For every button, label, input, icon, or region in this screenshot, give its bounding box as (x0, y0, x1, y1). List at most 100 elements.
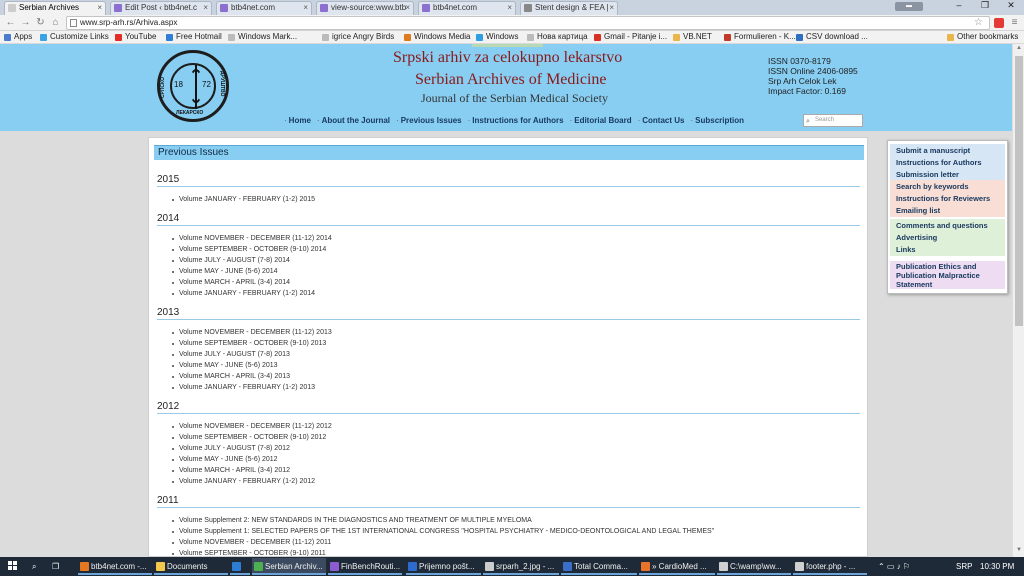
taskbar-app-button[interactable]: C:\wamp\ww... (717, 558, 791, 575)
sidebar-link[interactable]: Publication Malpractice (896, 271, 1005, 280)
input-language[interactable]: SRP (956, 558, 972, 575)
scrollbar-thumb[interactable] (1015, 56, 1023, 326)
issue-link[interactable]: Volume NOVEMBER - DECEMBER (11-12) 2013 (172, 329, 332, 336)
nav-link[interactable]: Contact Us (642, 116, 684, 125)
close-tab-icon[interactable]: × (507, 3, 512, 12)
close-tab-icon[interactable]: × (609, 3, 614, 12)
issue-link[interactable]: Volume JANUARY - FEBRUARY (1-2) 2012 (171, 478, 315, 485)
issue-link[interactable]: Volume SEPTEMBER - OCTOBER (9-10) 2012 (171, 434, 326, 441)
home-icon[interactable]: ⌂ (50, 17, 61, 28)
bookmark-item[interactable]: Formulieren - K... (724, 32, 796, 43)
taskbar-app-button[interactable] (230, 558, 250, 575)
issue-link[interactable]: Volume JANUARY - FEBRUARY (1-2) 2014 (171, 290, 315, 297)
issue-link[interactable]: Volume MAY - JUNE (5-6) 2012 (172, 456, 278, 463)
bookmark-item[interactable]: Apps (4, 32, 32, 43)
taskbar-app-button[interactable]: FinBenchRouti... (328, 558, 402, 575)
issue-link[interactable]: Volume JANUARY - FEBRUARY (1-2) 2013 (171, 384, 315, 391)
bookmark-item[interactable]: Windows Media (404, 32, 470, 43)
taskbar-app-button[interactable]: Serbian Archiv... (252, 558, 326, 575)
sidebar-link[interactable]: Statement (896, 280, 1005, 289)
nav-link[interactable]: Instructions for Authors (472, 116, 563, 125)
bookmark-item[interactable]: Free Hotmail (166, 32, 222, 43)
issue-link[interactable]: Volume JULY - AUGUST (7-8) 2014 (172, 257, 290, 264)
bookmark-item[interactable]: VB.NET (673, 32, 712, 43)
close-tab-icon[interactable]: × (303, 3, 308, 12)
issue-link[interactable]: Volume SEPTEMBER - OCTOBER (9-10) 2013 (171, 340, 326, 347)
issue-link[interactable]: Volume Supplement 2: NEW STANDARDS IN TH… (172, 517, 532, 524)
taskbar-app-button[interactable]: Prijemno pošt... (406, 558, 481, 575)
taskbar-app-button[interactable]: srparh_2.jpg - ... (483, 558, 559, 575)
bookmark-item[interactable]: CSV download ... (796, 32, 868, 43)
bookmark-item[interactable]: igrice Angry Birds (322, 32, 394, 43)
scroll-down-icon[interactable]: ▼ (1015, 547, 1023, 555)
taskbar-app-button[interactable]: » CardioMed ... (639, 558, 715, 575)
issue-link[interactable]: Volume NOVEMBER - DECEMBER (11-12) 2012 (172, 423, 332, 430)
issue-link[interactable]: Volume Supplement 1: SELECTED PAPERS OF … (171, 528, 714, 535)
site-search-input[interactable]: ⌕ Search (803, 114, 863, 127)
issue-link[interactable]: Volume MARCH - APRIL (3-4) 2014 (171, 279, 290, 286)
menu-icon[interactable]: ≡ (1009, 17, 1020, 28)
issue-link[interactable]: Volume MAY - JUNE (5-6) 2014 (172, 268, 278, 275)
search-taskbar-icon[interactable]: ⌕ (32, 558, 36, 575)
nav-link[interactable]: Subscription (695, 116, 744, 125)
browser-tab[interactable]: Serbian Archives × (4, 1, 106, 15)
browser-tab[interactable]: btb4net.com × (418, 1, 516, 15)
nav-link[interactable]: About the Journal (322, 116, 390, 125)
issue-link[interactable]: Volume SEPTEMBER - OCTOBER (9-10) 2014 (171, 246, 326, 253)
taskbar-app-button[interactable]: footer.php - ... (793, 558, 867, 575)
sidebar-link[interactable]: Submit a manuscript (896, 145, 1005, 157)
taskbar-app-button[interactable]: Total Comma... (561, 558, 637, 575)
sidebar-link[interactable]: Publication Ethics and (896, 262, 1005, 271)
browser-tab[interactable]: Edit Post ‹ btb4net.c × (110, 1, 212, 15)
issue-link[interactable]: Volume SEPTEMBER - OCTOBER (9-10) 2011 (172, 550, 326, 556)
issue-link[interactable]: Volume JULY - AUGUST (7-8) 2012 (172, 445, 290, 452)
minimize-button[interactable]: – (946, 0, 972, 15)
maximize-button[interactable]: ❐ (972, 0, 998, 15)
profile-badge[interactable]: ▬ (895, 2, 923, 11)
task-view-icon[interactable]: ❐ (52, 558, 59, 575)
windows-start-icon[interactable] (8, 561, 18, 571)
close-tab-icon[interactable]: × (97, 3, 102, 12)
taskbar-app-button[interactable]: Documents (154, 558, 228, 575)
issue-link[interactable]: Volume JULY - AUGUST (7-8) 2013 (172, 351, 290, 358)
browser-tab[interactable]: btb4net.com × (216, 1, 312, 15)
bookmark-item[interactable]: Windows Mark... (228, 32, 297, 43)
notification-icons[interactable]: ⌃ ▭ ♪ ⚐ (878, 558, 910, 575)
bookmark-star-icon[interactable]: ☆ (974, 17, 983, 29)
close-tab-icon[interactable]: × (405, 3, 410, 12)
bookmark-item[interactable]: Other bookmarks (947, 32, 1018, 43)
sidebar-link[interactable]: Search by keywords (896, 181, 1005, 193)
nav-link[interactable]: Home (289, 116, 311, 125)
bookmark-item[interactable]: Windows (476, 32, 518, 43)
sidebar-link[interactable]: Comments and questions (896, 220, 1005, 232)
close-tab-icon[interactable]: × (203, 3, 208, 12)
issue-link[interactable]: Volume NOVEMBER - DECEMBER (11-12) 2014 (172, 235, 332, 242)
reload-icon[interactable]: ↻ (35, 17, 46, 28)
close-window-button[interactable]: ✕ (998, 0, 1024, 15)
taskbar-app-button[interactable]: btb4net.com -... (78, 558, 152, 575)
sidebar-link[interactable]: Emailing list (896, 205, 1005, 217)
sidebar-link[interactable]: Instructions for Reviewers (896, 193, 1005, 205)
bookmark-item[interactable]: Gmail - Pitanje i... (594, 32, 667, 43)
issue-link[interactable]: Volume MAY - JUNE (5-6) 2013 (172, 362, 278, 369)
browser-tab[interactable]: Stent design & FEA | × (520, 1, 618, 15)
sidebar-link[interactable]: Instructions for Authors (896, 157, 1005, 169)
society-seal-logo[interactable]: 18 72 СРПСКО ЛЕКАРСКО ДРУШТВО (157, 50, 229, 122)
issue-link[interactable]: Volume MARCH - APRIL (3-4) 2012 (171, 467, 290, 474)
forward-icon[interactable]: → (20, 17, 31, 28)
nav-link[interactable]: Previous Issues (401, 116, 462, 125)
back-icon[interactable]: ← (5, 17, 16, 28)
bookmark-item[interactable]: Нова картица (527, 32, 588, 43)
bookmark-item[interactable]: Customize Links (40, 32, 109, 43)
extension-icon[interactable] (994, 18, 1004, 28)
issue-link[interactable]: Volume JANUARY - FEBRUARY (1-2) 2015 (171, 196, 315, 203)
sidebar-link[interactable]: Links (896, 244, 1005, 256)
address-bar[interactable]: www.srp-arh.rs/Arhiva.aspx ☆ (66, 16, 990, 30)
sidebar-link[interactable]: Advertising (896, 232, 1005, 244)
clock[interactable]: 10:30 PM (980, 558, 1014, 575)
browser-tab[interactable]: view-source:www.btb × (316, 1, 414, 15)
issue-link[interactable]: Volume NOVEMBER - DECEMBER (11-12) 2011 (171, 539, 331, 546)
issue-link[interactable]: Volume MARCH - APRIL (3-4) 2013 (171, 373, 290, 380)
bookmark-item[interactable]: YouTube (115, 32, 156, 43)
page-scrollbar[interactable]: ▲ ▼ (1012, 44, 1024, 557)
